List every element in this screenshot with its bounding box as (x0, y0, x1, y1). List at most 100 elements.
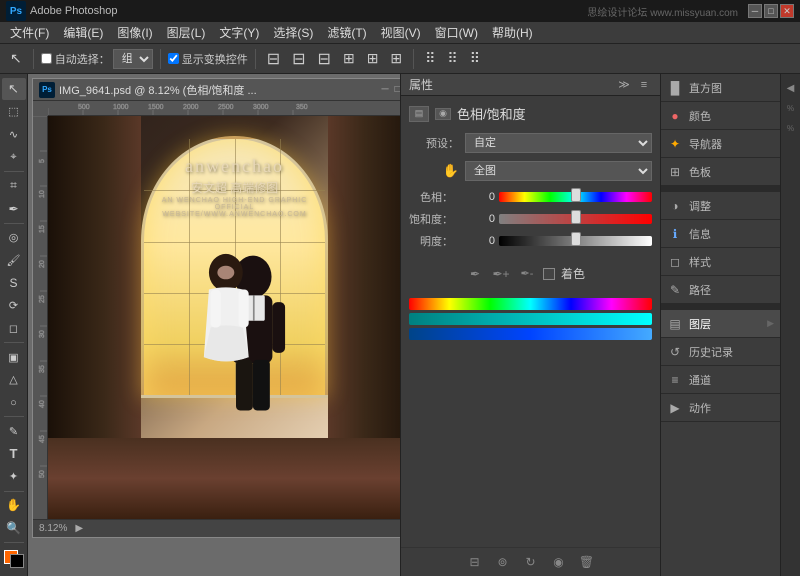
minimize-button[interactable]: ─ (748, 4, 762, 18)
show-transform-checkbox[interactable] (168, 53, 179, 64)
selection-tool[interactable]: ⬚ (2, 101, 26, 123)
title-bar: Ps Adobe Photoshop 思绘设计论坛 www.missyuan.c… (0, 0, 800, 22)
panel-color[interactable]: ● 颜色 (661, 102, 780, 130)
eyedropper-tool[interactable]: ✒ (2, 198, 26, 220)
menu-select[interactable]: 选择(S) (267, 22, 319, 43)
dodge-tool[interactable]: ○ (2, 392, 26, 414)
gradient-tool[interactable]: ▣ (2, 346, 26, 368)
eyedropper-remove-btn[interactable]: ✒- (517, 266, 537, 282)
prop-rotate-btn[interactable]: ↻ (521, 554, 541, 570)
distribute-3-btn[interactable]: ⠿ (466, 48, 484, 69)
align-middle-btn[interactable]: ⊞ (363, 48, 383, 69)
collapse-panel-btn[interactable]: ◀ (783, 80, 799, 96)
swatches-icon: ⊞ (667, 164, 683, 180)
saturation-slider-thumb[interactable] (571, 210, 581, 224)
auto-select-checkbox[interactable]: 自动选择： 组 (41, 49, 153, 69)
color-swatches[interactable] (4, 550, 24, 568)
align-bottom-btn[interactable]: ⊞ (386, 48, 406, 69)
preset-dropdown[interactable]: 自定 (465, 133, 652, 153)
app-title: Adobe Photoshop (30, 5, 117, 17)
text-tool[interactable]: T (2, 443, 26, 465)
menu-edit[interactable]: 编辑(E) (57, 22, 109, 43)
svg-text:5: 5 (39, 159, 46, 163)
move-tool-btn[interactable]: ↖ (6, 48, 26, 69)
distribute-2-btn[interactable]: ⠿ (443, 48, 461, 69)
actions-label: 动作 (689, 400, 711, 416)
maximize-button[interactable]: □ (764, 4, 778, 18)
eraser-tool[interactable]: ◻ (2, 317, 26, 339)
brush-tool[interactable]: 🖌 (2, 249, 26, 271)
properties-menu-btn[interactable]: ≡ (636, 77, 652, 93)
panel-channels[interactable]: ≡ 通道 (661, 366, 780, 394)
panel-info[interactable]: ℹ 信息 (661, 220, 780, 248)
titlebar-left: Ps Adobe Photoshop (6, 1, 117, 21)
canvas-area: Ps IMG_9641.psd @ 8.12% (色相/饱和度 ... ─ □ … (28, 74, 400, 576)
panel-history[interactable]: ↺ 历史记录 (661, 338, 780, 366)
menu-help[interactable]: 帮助(H) (486, 22, 539, 43)
svg-text:10: 10 (39, 190, 46, 198)
align-right-btn[interactable]: ⊟ (314, 47, 335, 71)
zoom-tool[interactable]: 🔍 (2, 517, 26, 539)
lasso-tool[interactable]: ∿ (2, 124, 26, 146)
move-tool[interactable]: ↖ (2, 78, 26, 100)
menu-image[interactable]: 图像(I) (111, 22, 158, 43)
channel-icon: ✋ (409, 163, 459, 179)
panel-navigator[interactable]: ✦ 导航器 (661, 130, 780, 158)
doc-minimize-btn[interactable]: ─ (381, 84, 388, 95)
eyedropper-add-btn[interactable]: ✒+ (491, 266, 511, 282)
floor (48, 438, 400, 519)
zoom-level: 8.12% (39, 523, 67, 534)
doc-maximize-btn[interactable]: □ (395, 84, 400, 95)
panel-styles[interactable]: ◻ 样式 (661, 248, 780, 276)
blur-tool[interactable]: △ (2, 369, 26, 391)
clone-stamp-tool[interactable]: S (2, 272, 26, 294)
panel-histogram[interactable]: ▐▌ 直方图 (661, 74, 780, 102)
menu-view[interactable]: 视图(V) (375, 22, 427, 43)
panel-paths[interactable]: ✎ 路径 (661, 276, 780, 304)
lightness-slider-thumb[interactable] (571, 232, 581, 246)
prop-eye-btn[interactable]: ◉ (549, 554, 569, 570)
history-label: 历史记录 (689, 344, 733, 360)
healing-brush-tool[interactable]: ◎ (2, 226, 26, 248)
auto-select-input[interactable] (41, 53, 52, 64)
ruler-corner (33, 101, 48, 116)
magic-wand-tool[interactable]: ⌖ (2, 146, 26, 168)
prop-camera-btn[interactable]: ⊟ (465, 554, 485, 570)
shape-tool[interactable]: ✦ (2, 466, 26, 488)
colorize-label: 着色 (561, 265, 585, 282)
channel-dropdown[interactable]: 全图 (465, 161, 652, 181)
menu-file[interactable]: 文件(F) (4, 22, 55, 43)
menu-layer[interactable]: 图层(L) (161, 22, 212, 43)
close-button[interactable]: ✕ (780, 4, 794, 18)
percent-2: % (783, 120, 799, 136)
auto-select-dropdown[interactable]: 组 (113, 49, 153, 69)
background-color[interactable] (10, 554, 24, 568)
hue-slider-thumb[interactable] (571, 188, 581, 202)
panel-visibility-btn[interactable]: ◉ (435, 108, 451, 120)
colorize-checkbox[interactable] (543, 268, 555, 280)
svg-text:1500: 1500 (148, 104, 164, 111)
panel-swatches[interactable]: ⊞ 色板 (661, 158, 780, 186)
menu-text[interactable]: 文字(Y) (213, 22, 265, 43)
panel-adjustments[interactable]: ◑ 调整 (661, 192, 780, 220)
menu-window[interactable]: 窗口(W) (429, 22, 484, 43)
panel-layers[interactable]: ▤ 图层 ▶ (661, 310, 780, 338)
hand-tool[interactable]: ✋ (2, 495, 26, 517)
distribute-btn[interactable]: ⠿ (421, 48, 439, 69)
prop-delete-btn[interactable]: 🗑 (577, 554, 597, 570)
pen-tool[interactable]: ✎ (2, 420, 26, 442)
prop-link-btn[interactable]: ⊚ (493, 554, 513, 570)
align-top-btn[interactable]: ⊞ (339, 48, 359, 69)
svg-text:25: 25 (39, 295, 46, 303)
properties-expand-btn[interactable]: ≫ (616, 77, 632, 93)
align-left-btn[interactable]: ⊟ (263, 47, 284, 71)
tool-divider-6 (4, 542, 24, 543)
menu-filter[interactable]: 滤镜(T) (321, 22, 372, 43)
eyedropper-sample-btn[interactable]: ✒ (465, 266, 485, 282)
svg-text:30: 30 (39, 330, 46, 338)
panel-actions[interactable]: ▶ 动作 (661, 394, 780, 422)
history-brush-tool[interactable]: ⟳ (2, 295, 26, 317)
align-center-btn[interactable]: ⊟ (288, 47, 309, 71)
far-right-panel: ◀ % % (780, 74, 800, 576)
crop-tool[interactable]: ⌗ (2, 175, 26, 197)
